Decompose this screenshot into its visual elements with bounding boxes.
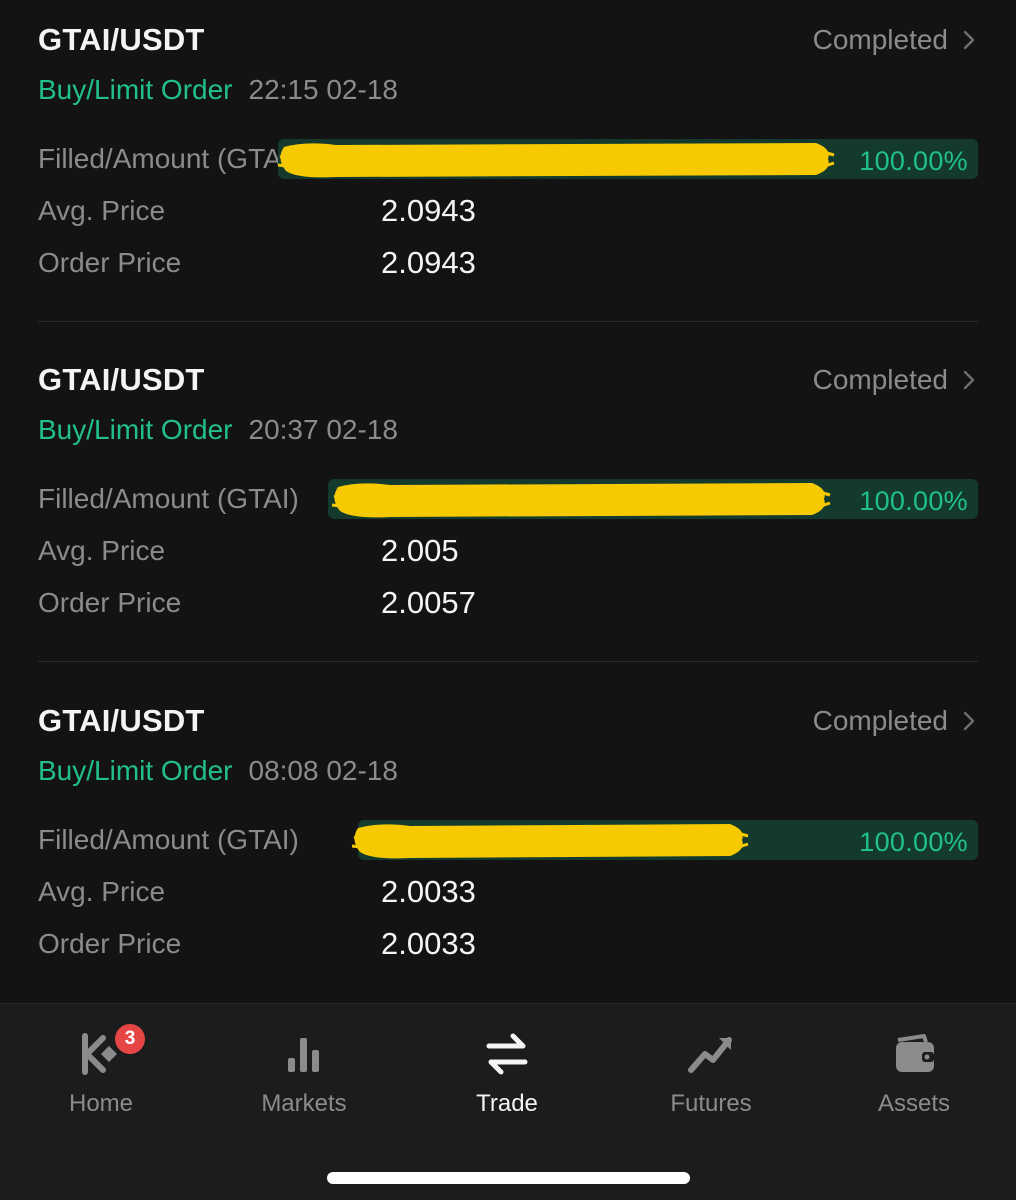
order-price-value: 2.0057 <box>381 585 476 620</box>
redaction-scribble <box>277 143 835 178</box>
fill-percentage: 100.00% <box>859 146 968 176</box>
bottom-nav: 3 Home Markets Trade Futures Assets <box>0 1003 1016 1200</box>
order-card[interactable]: GTAI/USDT Completed Buy/Limit Order 08:0… <box>38 681 978 1021</box>
avg-price-value: 2.0943 <box>381 193 476 228</box>
order-card[interactable]: GTAI/USDT Completed Buy/Limit Order 20:3… <box>38 340 978 680</box>
nav-label: Home <box>68 1090 134 1117</box>
chevron-right-icon <box>963 711 975 731</box>
fill-percentage: 100.00% <box>859 486 968 516</box>
filled-row: Filled/Amount (GTAI) 100.00% <box>38 818 978 862</box>
order-status-link[interactable]: Completed <box>813 705 978 737</box>
order-status-link[interactable]: Completed <box>813 364 978 396</box>
chevron-right-icon <box>963 30 975 50</box>
bar-chart-icon <box>288 1038 319 1072</box>
redaction-scribble <box>351 824 749 859</box>
nav-label: Assets <box>877 1090 951 1117</box>
nav-trade[interactable]: Trade <box>427 1024 587 1134</box>
avg-price-value: 2.0033 <box>381 874 476 909</box>
order-status: Completed <box>812 364 948 395</box>
filled-row: Filled/Amount (GTAI) 100.00% <box>38 477 978 521</box>
nav-label: Futures <box>670 1090 752 1117</box>
home-indicator[interactable] <box>327 1172 690 1184</box>
nav-assets[interactable]: Assets <box>834 1024 994 1134</box>
order-status: Completed <box>812 24 948 55</box>
avg-price-label: Avg. Price <box>38 195 166 226</box>
order-meta: Buy/Limit Order 22:15 02-18 <box>38 74 398 106</box>
nav-label: Markets <box>261 1090 347 1117</box>
order-price-value: 2.0033 <box>381 926 476 961</box>
avg-price-label: Avg. Price <box>38 876 166 907</box>
order-meta: Buy/Limit Order 20:37 02-18 <box>38 414 398 446</box>
notification-badge: 3 <box>115 1024 145 1054</box>
nav-futures[interactable]: Futures <box>631 1024 791 1134</box>
order-status-link[interactable]: Completed <box>813 24 978 56</box>
filled-label: Filled/Amount (GTA <box>38 143 282 174</box>
order-time: 22:15 02-18 <box>248 74 398 105</box>
order-time: 20:37 02-18 <box>248 414 398 445</box>
order-price-row: Order Price 2.0033 <box>38 922 978 966</box>
avg-price-row: Avg. Price 2.0033 <box>38 870 978 914</box>
order-side: Buy/Limit Order <box>38 74 233 105</box>
trading-pair: GTAI/USDT <box>38 22 205 57</box>
order-price-label: Order Price <box>38 928 182 959</box>
avg-price-label: Avg. Price <box>38 535 166 566</box>
nav-label: Trade <box>476 1090 538 1117</box>
order-card[interactable]: GTAI/USDT Completed Buy/Limit Order 22:1… <box>38 0 978 340</box>
order-price-row: Order Price 2.0943 <box>38 241 978 285</box>
divider <box>38 661 978 662</box>
order-price-label: Order Price <box>38 247 182 278</box>
avg-price-row: Avg. Price 2.0943 <box>38 189 978 233</box>
avg-price-row: Avg. Price 2.005 <box>38 529 978 573</box>
filled-label: Filled/Amount (GTAI) <box>38 483 299 514</box>
order-price-value: 2.0943 <box>381 245 476 280</box>
redaction-scribble <box>331 483 831 518</box>
swap-arrows-icon <box>486 1033 528 1075</box>
nav-home[interactable]: 3 Home <box>21 1024 181 1134</box>
fill-percentage: 100.00% <box>859 827 968 857</box>
order-meta: Buy/Limit Order 08:08 02-18 <box>38 755 398 787</box>
order-history-screen: GTAI/USDT Completed Buy/Limit Order 22:1… <box>0 0 1016 1200</box>
divider <box>38 321 978 322</box>
nav-markets[interactable]: Markets <box>224 1024 384 1134</box>
trading-pair: GTAI/USDT <box>38 362 205 397</box>
order-side: Buy/Limit Order <box>38 414 233 445</box>
order-status: Completed <box>812 705 948 736</box>
trend-up-icon <box>688 1037 732 1073</box>
wallet-icon <box>896 1034 934 1072</box>
chevron-right-icon <box>963 370 975 390</box>
avg-price-value: 2.005 <box>381 533 459 568</box>
filled-row: Filled/Amount (GTA 100.00% <box>38 137 978 181</box>
order-side: Buy/Limit Order <box>38 755 233 786</box>
trading-pair: GTAI/USDT <box>38 703 205 738</box>
order-time: 08:08 02-18 <box>248 755 398 786</box>
order-price-label: Order Price <box>38 587 182 618</box>
filled-label: Filled/Amount (GTAI) <box>38 824 299 855</box>
order-price-row: Order Price 2.0057 <box>38 581 978 625</box>
